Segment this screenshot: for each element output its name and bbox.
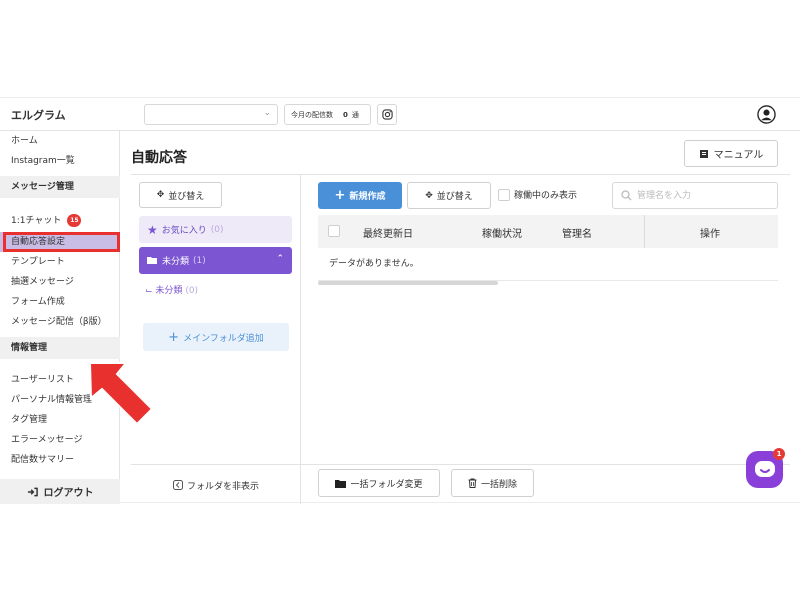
sidebar-item-form[interactable]: フォーム作成 — [0, 292, 120, 312]
folder-panel: ✥ 並び替え ★ お気に入り (0) 未分類 (1) ⌃ ⌙ 未分類 (0) +… — [131, 174, 301, 504]
sidebar-item-send-summary[interactable]: 配信数サマリー — [0, 450, 120, 470]
annotation-highlight-box — [3, 232, 120, 252]
tree-branch-icon: ⌙ — [145, 286, 153, 296]
column-actions: 操作 — [700, 229, 720, 240]
subfolder-label: 未分類 — [155, 286, 183, 296]
content-panel: + 新規作成 ✥ 並び替え 稼働中のみ表示 最終更新日 稼働状況 管理名 操作 … — [301, 174, 790, 504]
sidebar-item-broadcast[interactable]: メッセージ配信（β版） — [0, 312, 120, 332]
bulk-delete-button[interactable]: 一括削除 — [451, 469, 534, 497]
folder-sort-label: 並び替え — [168, 191, 205, 202]
search-icon — [621, 190, 632, 201]
list-sort-label: 並び替え — [436, 192, 473, 202]
annotation-arrow-icon — [88, 362, 154, 426]
folder-icon — [335, 479, 347, 488]
logout-icon — [27, 487, 38, 496]
page-title: 自動応答 — [131, 150, 187, 166]
plus-icon: + — [334, 188, 346, 203]
column-divider — [644, 215, 645, 248]
column-name[interactable]: 管理名 — [562, 225, 592, 240]
folder-sort-button[interactable]: ✥ 並び替え — [139, 182, 222, 208]
active-only-checkbox[interactable] — [498, 188, 510, 201]
uncategorized-label: 未分類 — [162, 257, 190, 267]
sidebar-item-chat[interactable]: 1:1チャット 15 — [0, 211, 120, 231]
app-window: エルグラム ⌄ 今月の配信数 0 通 ホーム Instagram一覧 メッセージ… — [0, 97, 800, 504]
monthly-label: 今月の配信数 — [291, 110, 333, 119]
chat-smile-icon — [754, 460, 775, 477]
manual-button[interactable]: マニュアル — [684, 140, 778, 167]
chevron-down-icon: ⌄ — [263, 108, 271, 118]
table-header: 最終更新日 稼働状況 管理名 操作 — [318, 215, 778, 248]
sidebar-item-label: 1:1チャット — [11, 216, 62, 226]
brand-logo: エルグラム — [11, 109, 66, 122]
bulk-delete-label: 一括削除 — [480, 479, 517, 490]
add-main-folder-label: メインフォルダ追加 — [183, 333, 264, 344]
empty-message: データがありません。 — [318, 248, 778, 281]
chat-widget-badge: 1 — [773, 448, 785, 460]
plus-icon: + — [168, 329, 180, 345]
sidebar: ホーム Instagram一覧 メッセージ管理 1:1チャット 15 自動応答設定… — [0, 131, 120, 504]
chevron-up-icon[interactable]: ⌃ — [276, 254, 284, 264]
search-input[interactable] — [637, 188, 773, 204]
monthly-count: 0 — [343, 110, 348, 119]
instagram-button[interactable] — [377, 104, 397, 125]
sidebar-item-error-messages[interactable]: エラーメッセージ — [0, 430, 120, 450]
manual-label: マニュアル — [713, 150, 764, 161]
search-box[interactable] — [612, 182, 778, 209]
top-bar: エルグラム ⌄ 今月の配信数 0 通 — [0, 98, 800, 131]
monthly-send-count: 今月の配信数 0 通 — [284, 104, 371, 125]
bulk-folder-label: 一括フォルダ変更 — [350, 479, 423, 490]
active-only-label: 稼働中のみ表示 — [514, 191, 578, 201]
monthly-unit: 通 — [351, 110, 359, 119]
list-sort-button[interactable]: ✥ 並び替え — [407, 182, 491, 209]
logout-button[interactable]: ログアウト — [0, 479, 120, 504]
bulk-folder-change-button[interactable]: 一括フォルダ変更 — [318, 469, 440, 497]
favorites-count: (0) — [210, 224, 224, 235]
folder-open-icon — [147, 257, 157, 264]
uncategorized-count: (1) — [193, 255, 206, 266]
hide-folders-label: フォルダを非表示 — [186, 481, 259, 492]
horizontal-scrollbar[interactable] — [318, 281, 498, 285]
folder-favorites[interactable]: ★ お気に入り (0) — [139, 216, 292, 243]
folder-uncategorized[interactable]: 未分類 (1) ⌃ — [139, 247, 292, 274]
hide-folders-button[interactable]: フォルダを非表示 — [131, 464, 301, 505]
sidebar-item-template[interactable]: テンプレート — [0, 252, 120, 272]
collapse-left-icon — [172, 480, 183, 490]
active-only-toggle[interactable]: 稼働中のみ表示 — [498, 188, 577, 201]
select-all-checkbox[interactable] — [328, 225, 340, 237]
column-updated[interactable]: 最終更新日 — [363, 225, 413, 240]
sidebar-item-lottery[interactable]: 抽選メッセージ — [0, 272, 120, 292]
new-button-label: 新規作成 — [349, 192, 386, 202]
bulk-action-bar: 一括フォルダ変更 一括削除 — [301, 464, 790, 505]
user-avatar-icon[interactable] — [757, 105, 776, 124]
subfolder-uncategorized[interactable]: ⌙ 未分類 (0) — [145, 283, 198, 296]
move-arrows-icon: ✥ — [425, 190, 433, 201]
add-main-folder-button[interactable]: + メインフォルダ追加 — [143, 323, 289, 351]
favorites-label: お気に入り — [161, 226, 207, 236]
trash-icon — [468, 478, 477, 488]
account-select[interactable]: ⌄ — [144, 104, 278, 125]
chat-unread-badge: 15 — [67, 214, 82, 227]
section-message-management: メッセージ管理 — [0, 176, 120, 198]
new-button[interactable]: + 新規作成 — [318, 182, 402, 209]
instagram-icon — [381, 109, 393, 120]
sidebar-item-instagram-list[interactable]: Instagram一覧 — [0, 151, 120, 171]
move-arrows-icon: ✥ — [156, 190, 165, 200]
column-status[interactable]: 稼働状況 — [482, 225, 522, 240]
logout-label: ログアウト — [43, 488, 94, 499]
sidebar-item-home[interactable]: ホーム — [0, 131, 120, 151]
star-icon: ★ — [147, 222, 158, 237]
book-icon — [699, 149, 708, 158]
subfolder-count: (0) — [185, 286, 199, 296]
